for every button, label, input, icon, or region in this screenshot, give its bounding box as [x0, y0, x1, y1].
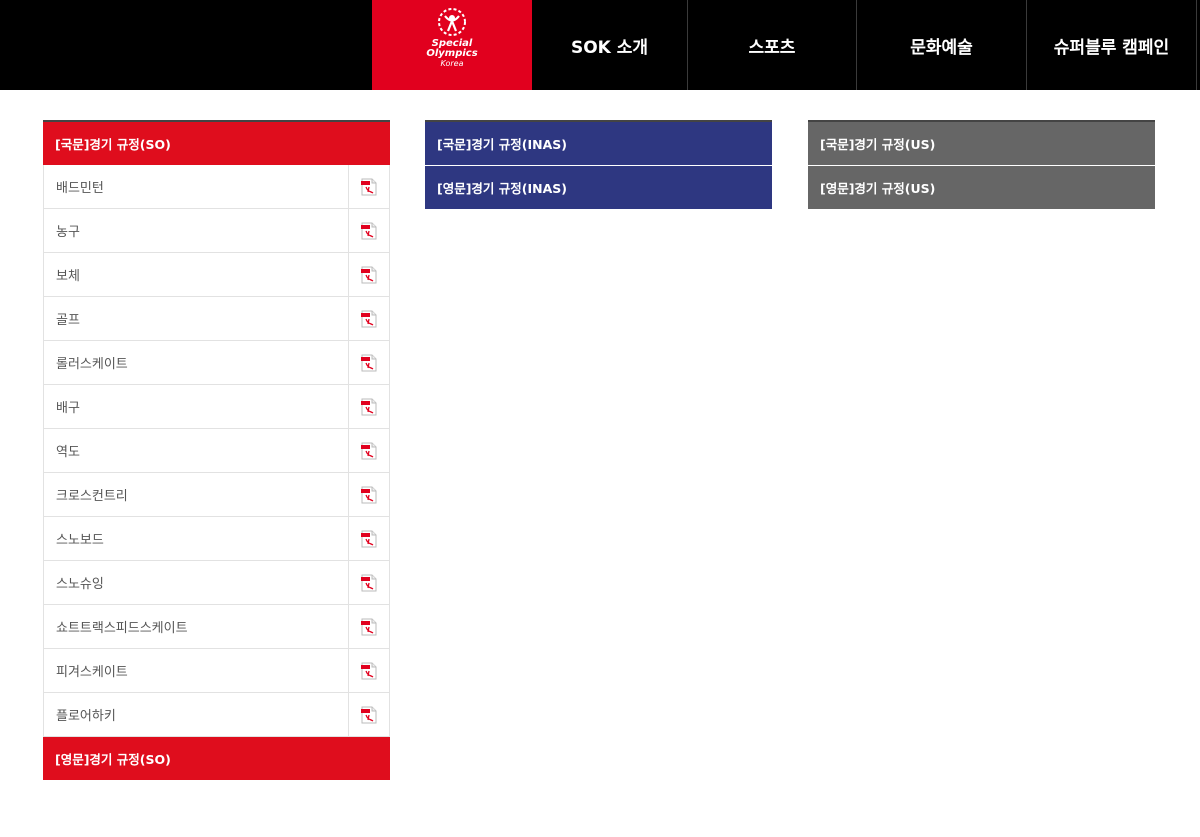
- list-item: 배구: [43, 385, 390, 429]
- us-korean-rules-link[interactable]: [국문]경기 규정(US): [808, 120, 1155, 165]
- us-english-rules-link[interactable]: [영문]경기 규정(US): [808, 165, 1155, 209]
- list-item: 피겨스케이트: [43, 649, 390, 693]
- sport-name: 배드민턴: [56, 181, 104, 196]
- sport-name: 크로스컨트리: [56, 489, 128, 504]
- inas-korean-rules-link[interactable]: [국문]경기 규정(INAS): [425, 120, 772, 165]
- sport-name: 피겨스케이트: [56, 665, 128, 680]
- list-item: 역도: [43, 429, 390, 473]
- nav-superblue-campaign[interactable]: 슈퍼블루 캠페인: [1027, 0, 1196, 90]
- pdf-download-icon[interactable]: [348, 165, 389, 208]
- special-olympics-emblem-icon: [438, 8, 466, 36]
- sport-name: 롤러스케이트: [56, 357, 128, 372]
- list-item: 보체: [43, 253, 390, 297]
- nav-culture-arts[interactable]: 문화예술: [857, 0, 1026, 90]
- top-navigation: Special Olympics Korea SOK 소개 스포츠 문화예술 슈…: [0, 0, 1200, 90]
- pdf-download-icon[interactable]: [348, 429, 389, 472]
- sport-name: 배구: [56, 401, 80, 416]
- pdf-download-icon[interactable]: [348, 605, 389, 648]
- nav-sports[interactable]: 스포츠: [688, 0, 856, 90]
- pdf-download-icon[interactable]: [348, 561, 389, 604]
- pdf-download-icon[interactable]: [348, 209, 389, 252]
- pdf-download-icon[interactable]: [348, 297, 389, 340]
- list-item: 배드민턴: [43, 165, 390, 209]
- logo-text-korea: Korea: [440, 59, 464, 68]
- us-rules-panel: [국문]경기 규정(US) [영문]경기 규정(US): [808, 120, 1155, 209]
- pdf-download-icon[interactable]: [348, 253, 389, 296]
- logo-text-olympics: Olympics: [426, 48, 478, 59]
- nav-divider: [1196, 0, 1197, 90]
- so-korean-rules-header[interactable]: [국문]경기 규정(SO): [43, 120, 390, 165]
- list-item: 플로어하키: [43, 693, 390, 737]
- sport-name: 골프: [56, 313, 80, 328]
- list-item: 골프: [43, 297, 390, 341]
- so-rules-panel: [국문]경기 규정(SO) 배드민턴농구보체골프롤러스케이트배구역도크로스컨트리…: [43, 120, 390, 780]
- nav-sok-intro[interactable]: SOK 소개: [532, 0, 687, 90]
- sport-name: 역도: [56, 445, 80, 460]
- so-english-rules-link[interactable]: [영문]경기 규정(SO): [43, 737, 390, 780]
- sport-name: 쇼트트랙스피드스케이트: [56, 621, 188, 636]
- list-item: 스노슈잉: [43, 561, 390, 605]
- list-item: 농구: [43, 209, 390, 253]
- pdf-download-icon[interactable]: [348, 341, 389, 384]
- pdf-download-icon[interactable]: [348, 517, 389, 560]
- list-item: 쇼트트랙스피드스케이트: [43, 605, 390, 649]
- pdf-download-icon[interactable]: [348, 649, 389, 692]
- sport-name: 스노보드: [56, 533, 104, 548]
- inas-english-rules-link[interactable]: [영문]경기 규정(INAS): [425, 165, 772, 209]
- pdf-download-icon[interactable]: [348, 693, 389, 736]
- inas-rules-panel: [국문]경기 규정(INAS) [영문]경기 규정(INAS): [425, 120, 772, 209]
- pdf-download-icon[interactable]: [348, 385, 389, 428]
- sport-name: 농구: [56, 225, 80, 240]
- list-item: 롤러스케이트: [43, 341, 390, 385]
- sport-name: 보체: [56, 269, 80, 284]
- list-item: 크로스컨트리: [43, 473, 390, 517]
- so-sport-list: 배드민턴농구보체골프롤러스케이트배구역도크로스컨트리스노보드스노슈잉쇼트트랙스피…: [43, 165, 390, 737]
- sport-name: 플로어하키: [56, 709, 116, 724]
- pdf-download-icon[interactable]: [348, 473, 389, 516]
- special-olympics-korea-logo[interactable]: Special Olympics Korea: [372, 0, 532, 90]
- list-item: 스노보드: [43, 517, 390, 561]
- sport-name: 스노슈잉: [56, 577, 104, 592]
